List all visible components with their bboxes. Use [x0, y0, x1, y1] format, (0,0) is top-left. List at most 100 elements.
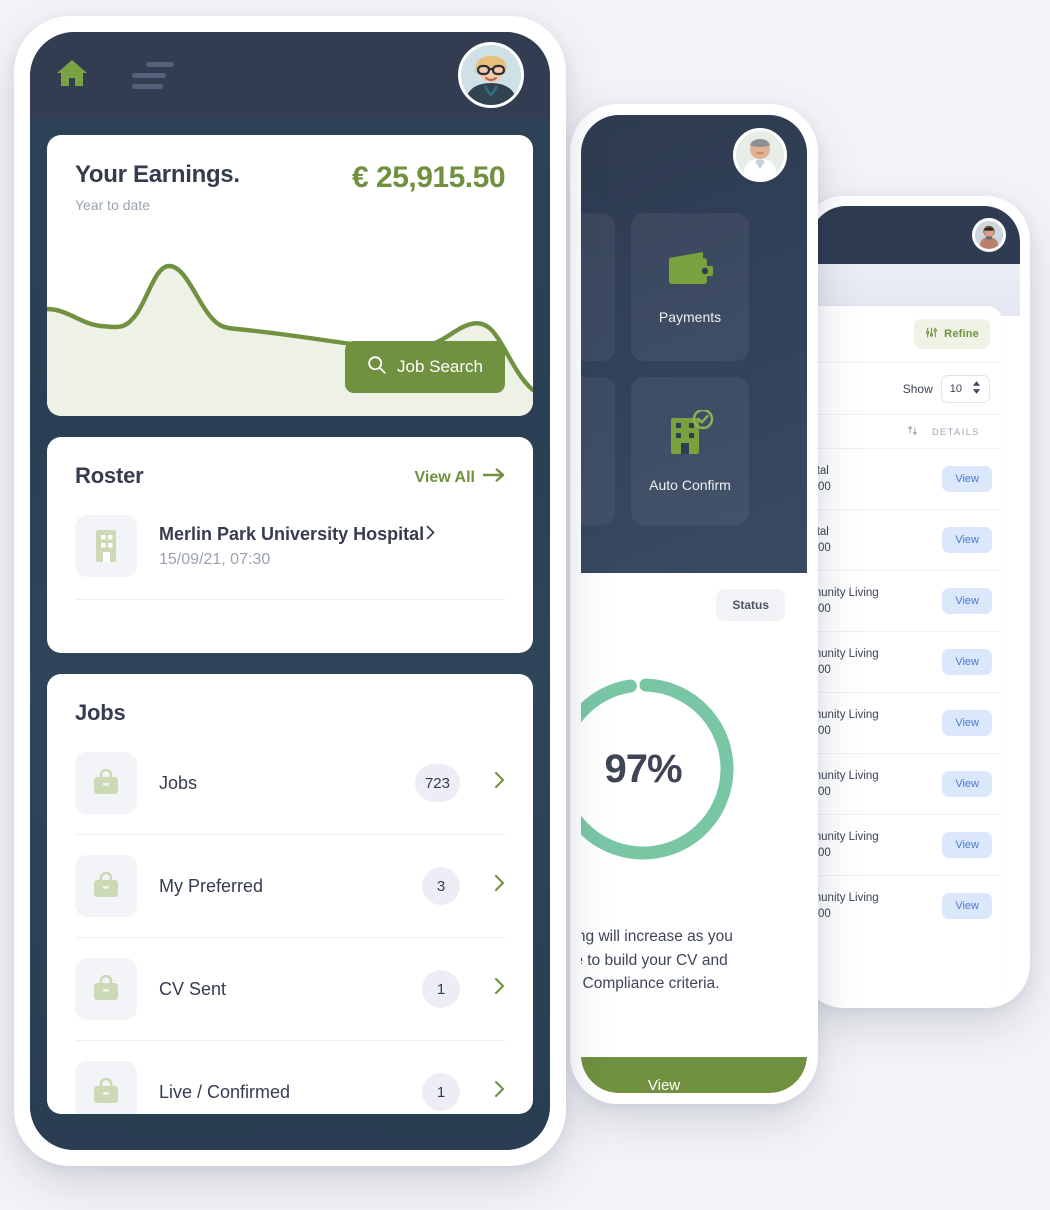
table-row[interactable]: mmunity Living 08:00 View [810, 631, 1002, 692]
list-item[interactable]: Live / Confirmed 1 [75, 1041, 505, 1114]
roster-list-item[interactable]: Merlin Park University Hospital 15/09/21… [75, 515, 505, 600]
compliance-percent: 97% [604, 746, 682, 791]
page-size-select[interactable]: 10 [940, 374, 990, 403]
briefcase-icon [75, 752, 137, 814]
phone2-topbar [581, 115, 807, 195]
phone3-screen: Refine Show 10 DETAILS tal:00 View tal … [810, 206, 1020, 998]
list-item[interactable]: Jobs 723 [75, 726, 505, 835]
refine-label: Refine [944, 328, 979, 340]
roster-card: Roster View All Merlin Park University H… [47, 437, 533, 653]
hamburger-menu-icon[interactable] [132, 61, 174, 89]
job-search-label: Job Search [397, 357, 483, 376]
table-row[interactable]: mmunity Living 08:00 View [810, 692, 1002, 753]
refine-row: Refine [810, 306, 1002, 362]
show-row: Show 10 [810, 362, 1002, 414]
table-row-title: mmunity Living [810, 770, 879, 782]
view-button[interactable]: View [942, 466, 992, 492]
briefcase-icon [75, 1061, 137, 1114]
chevron-right-icon [426, 524, 435, 545]
table-row-subtitle: 08:00 [810, 725, 831, 737]
phone1-content: Your Earnings. Year to date € 25,915.50 … [30, 118, 550, 1150]
list-item-label: Jobs [159, 772, 198, 793]
table-row-subtitle: 08:00 [810, 908, 831, 920]
briefcase-icon [75, 855, 137, 917]
sliders-icon [925, 326, 938, 342]
table-row[interactable]: spital20:00View [810, 509, 1002, 570]
phone2-screen: Payments Auto Confirm Status 97% ting wi… [581, 115, 807, 1093]
phone2-status-section: Status 97% ting will increase as you e t… [581, 573, 807, 1093]
avatar[interactable] [972, 218, 1006, 252]
jobs-title: Jobs [75, 700, 126, 725]
phone3-results-panel: Refine Show 10 DETAILS tal:00 View tal … [810, 306, 1002, 998]
job-search-button[interactable]: Job Search [345, 341, 505, 393]
phone-mockup-dashboard: Your Earnings. Year to date € 25,915.50 … [14, 16, 566, 1166]
table-row-title: mmunity Living [810, 709, 879, 721]
table-header: DETAILS [810, 414, 1002, 448]
stepper-arrows-icon [972, 380, 981, 397]
status-badge[interactable]: Status [716, 589, 785, 621]
compliance-note-line-3: Compliance criteria. [582, 975, 720, 993]
view-button[interactable]: View [942, 588, 992, 614]
view-button[interactable]: View [942, 649, 992, 675]
list-item[interactable]: My Preferred 3 [75, 835, 505, 938]
table-row-subtitle: 08:00 [810, 664, 831, 676]
earnings-subtitle: Year to date [75, 197, 150, 213]
refine-button[interactable]: Refine [914, 319, 990, 349]
earnings-amount: € 25,915.50 [352, 161, 505, 194]
search-icon [367, 355, 386, 379]
view-button[interactable]: View [581, 1057, 807, 1093]
list-item-label: Live / Confirmed [159, 1081, 291, 1102]
avatar[interactable] [733, 128, 787, 182]
earnings-header: Your Earnings. Year to date € 25,915.50 [47, 135, 533, 213]
list-item-label: My Preferred [159, 875, 264, 896]
list-item-count: 1 [422, 1073, 460, 1111]
tile-partial-left-2[interactable] [581, 377, 615, 525]
table-row-text: mmunity Living 08:00 [810, 831, 879, 859]
arrow-right-icon [482, 467, 505, 488]
table-row[interactable]: spital20:00View [810, 448, 1002, 509]
chevron-right-icon[interactable] [494, 771, 505, 795]
view-button[interactable]: View [942, 710, 992, 736]
sort-icon[interactable] [907, 425, 918, 438]
view-button[interactable]: View [942, 832, 992, 858]
view-button[interactable]: View [942, 771, 992, 797]
table-row-subtitle: 08:00 [810, 603, 831, 615]
compliance-note-line-1: ting will increase as you [581, 928, 733, 945]
briefcase-icon [75, 958, 137, 1020]
phone-mockup-status: Payments Auto Confirm Status 97% ting wi… [570, 104, 818, 1104]
table-row[interactable]: mmunity Living 08:00 View [810, 814, 1002, 875]
table-row-subtitle: 08:00 [810, 786, 831, 798]
tile-auto-confirm[interactable]: Auto Confirm [631, 377, 749, 525]
view-button[interactable]: View [942, 527, 992, 553]
compliance-note-line-2: e to build your CV and [581, 951, 728, 969]
roster-view-all-button[interactable]: View All [415, 467, 505, 488]
tile-partial-left-1[interactable] [581, 213, 615, 361]
home-icon[interactable] [56, 58, 88, 93]
roster-item-date: 15/09/21, 07:30 [159, 550, 271, 568]
table-row[interactable]: mmunity Living 08:00 View [810, 570, 1002, 631]
building-check-icon [665, 408, 715, 461]
chevron-right-icon[interactable] [494, 874, 505, 898]
list-item-count: 1 [422, 970, 460, 1008]
view-button[interactable]: View [942, 893, 992, 919]
roster-item-name-row: Merlin Park University Hospital [159, 524, 435, 545]
table-row-text: mmunity Living 08:00 [810, 709, 879, 737]
page-size-value: 10 [949, 382, 962, 395]
chevron-right-icon[interactable] [494, 977, 505, 1001]
compliance-note: ting will increase as you e to build you… [581, 925, 791, 996]
tile-payments[interactable]: Payments [631, 213, 749, 361]
list-item-count: 723 [414, 764, 460, 802]
quick-action-tiles: Payments Auto Confirm [581, 213, 789, 525]
avatar[interactable] [458, 42, 524, 108]
list-item[interactable]: CV Sent 1 [75, 938, 505, 1041]
phone1-topbar [30, 32, 550, 118]
table-row[interactable]: mmunity Living 08:00 View [810, 875, 1002, 936]
table-row-title: mmunity Living [810, 892, 879, 904]
wallet-icon [667, 250, 713, 293]
earnings-card: Your Earnings. Year to date € 25,915.50 … [47, 135, 533, 416]
table-row-text: mmunity Living 08:00 [810, 770, 879, 798]
table-row[interactable]: mmunity Living 08:00 View [810, 753, 1002, 814]
chevron-right-icon[interactable] [494, 1080, 505, 1104]
jobs-card: Jobs Jobs 723 My Preferred 3 CV Sent 1 Live / … [47, 674, 533, 1114]
table-row-title: mmunity Living [810, 648, 879, 660]
